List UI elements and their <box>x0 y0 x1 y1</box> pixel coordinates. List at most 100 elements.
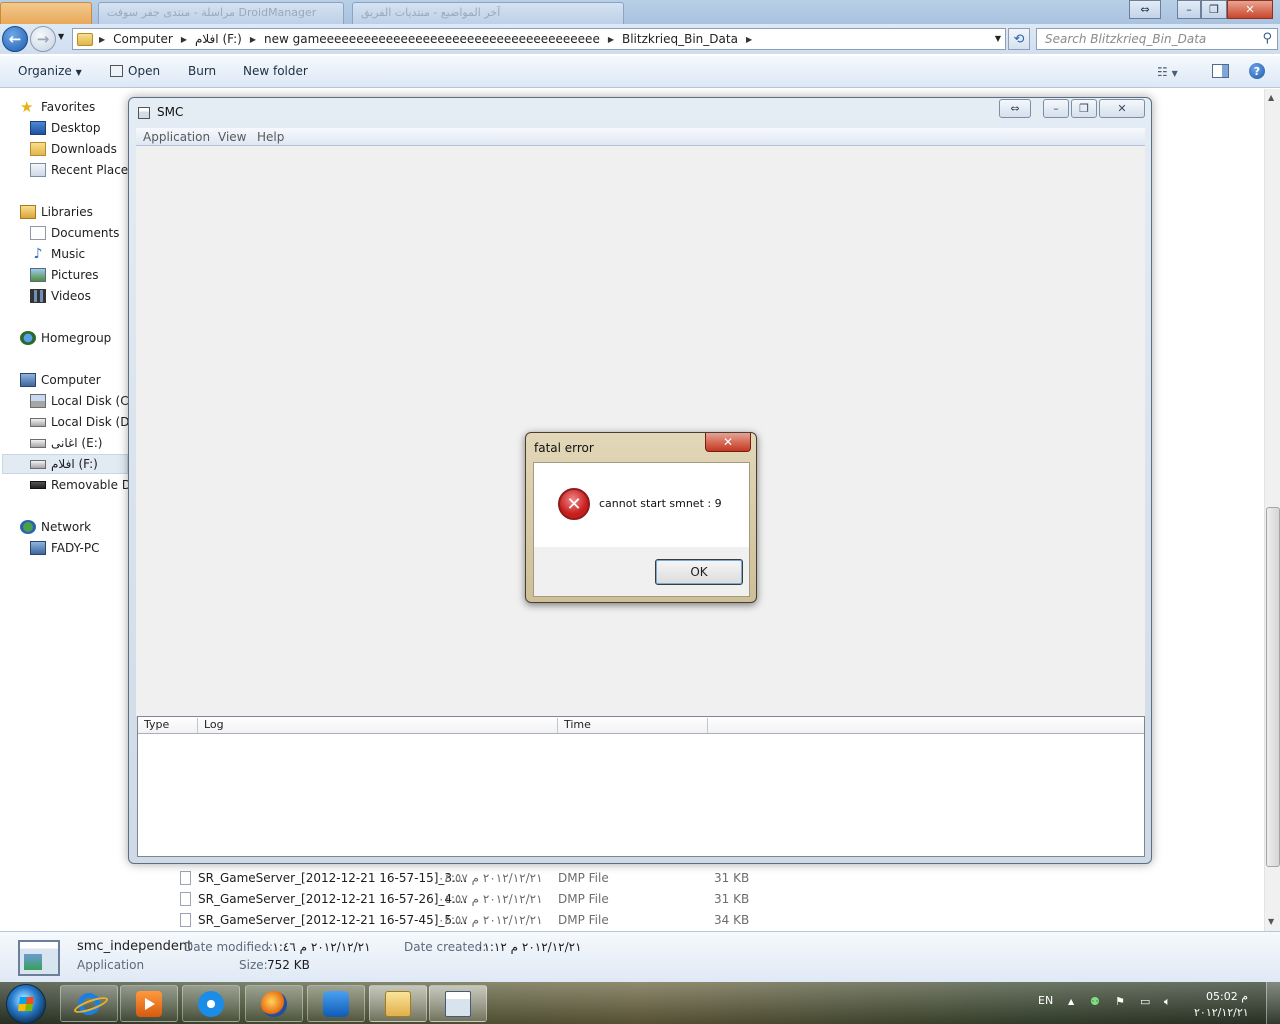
nav-label: Computer <box>41 373 101 387</box>
nav-local-disk-d[interactable]: Local Disk (D:) <box>30 412 138 432</box>
new-folder-button[interactable]: New folder <box>243 64 308 78</box>
breadcrumb-computer[interactable]: Computer <box>107 32 179 46</box>
preview-pane-icon[interactable] <box>1212 64 1229 78</box>
organize-label: Organize <box>18 64 72 78</box>
resize-arrows-icon[interactable]: ⇔ <box>1129 0 1161 19</box>
breadcrumb-separator-icon[interactable]: ▶ <box>248 35 258 44</box>
details-date-created: ٢٠١٢/١٢/٢١ م ٠١:١٢ <box>477 940 582 954</box>
show-desktop-button[interactable] <box>1266 982 1280 1024</box>
nav-documents[interactable]: Documents <box>30 223 119 243</box>
menu-application[interactable]: Application <box>143 130 210 144</box>
close-button[interactable]: ✕ <box>1227 0 1273 19</box>
show-hidden-icons-icon[interactable]: ▲ <box>1068 996 1080 1008</box>
action-center-flag-icon[interactable]: ⚑ <box>1115 996 1127 1008</box>
vertical-scrollbar[interactable]: ▲ ▼ <box>1264 89 1280 931</box>
nav-removable-disk[interactable]: Removable Disk <box>30 475 130 495</box>
nav-drive-f-selected[interactable]: افلام (F:) <box>2 454 128 474</box>
log-column-log[interactable]: Log <box>198 718 558 733</box>
nav-recent-places[interactable]: Recent Places <box>30 160 134 180</box>
scroll-up-icon[interactable]: ▲ <box>1268 93 1274 102</box>
nav-videos[interactable]: Videos <box>30 286 91 306</box>
background-tab[interactable]: مراسلة - منتدى جفر سوفت DroidManager <box>98 2 344 24</box>
nav-label: افلام (F:) <box>51 457 98 471</box>
breadcrumb-separator-icon[interactable]: ▶ <box>606 35 616 44</box>
minimize-button[interactable]: – <box>1043 99 1069 118</box>
nav-libraries[interactable]: Libraries <box>20 202 93 222</box>
file-type: DMP File <box>558 892 609 906</box>
minimize-button[interactable]: – <box>1177 0 1201 19</box>
menu-help[interactable]: Help <box>257 130 284 144</box>
nav-pictures[interactable]: Pictures <box>30 265 99 285</box>
menu-view[interactable]: View <box>218 130 246 144</box>
clock-time[interactable]: 05:02 م <box>1206 990 1248 1003</box>
file-row[interactable]: SR_GameServer_[2012-12-21 16-57-45]_5...… <box>178 909 758 930</box>
background-tab-orange[interactable] <box>0 2 92 24</box>
details-size: 752 KB <box>267 958 310 972</box>
file-row[interactable]: SR_GameServer_[2012-12-21 16-57-26]_4...… <box>178 888 758 909</box>
taskbar-smc[interactable] <box>429 985 487 1022</box>
nav-desktop[interactable]: Desktop <box>30 118 101 138</box>
breadcrumb-drive[interactable]: افلام (F:) <box>189 32 248 46</box>
smc-window-title: SMC <box>157 105 184 119</box>
nav-label: Videos <box>51 289 91 303</box>
nav-homegroup[interactable]: Homegroup <box>20 328 111 348</box>
network-tray-icon[interactable]: ⚉ <box>1090 996 1102 1008</box>
open-button[interactable]: Open <box>110 64 160 78</box>
taskbar-app[interactable] <box>182 985 240 1022</box>
taskbar-firefox[interactable] <box>245 985 303 1022</box>
search-input[interactable]: Search Blitzkrieq_Bin_Data ⚲ <box>1036 28 1278 50</box>
breadcrumb-game-folder[interactable]: new gameeeeeeeeeeeeeeeeeeeeeeeeeeeeeeeee… <box>258 32 606 46</box>
nav-downloads[interactable]: Downloads <box>30 139 117 159</box>
nav-music[interactable]: ♪ Music <box>30 244 86 264</box>
maximize-button[interactable]: ❐ <box>1201 0 1227 19</box>
scroll-down-icon[interactable]: ▼ <box>1268 917 1274 926</box>
address-dropdown-icon[interactable]: ▼ <box>995 34 1001 43</box>
start-button[interactable] <box>6 984 46 1024</box>
recent-pages-dropdown-icon[interactable]: ▼ <box>58 32 64 41</box>
change-view-icon[interactable]: ☷ ▼ <box>1157 65 1178 79</box>
dialog-close-button[interactable]: ✕ <box>705 433 751 452</box>
details-date-modified-label: Date modified: <box>184 940 274 954</box>
breadcrumb-current-folder[interactable]: Blitzkrieq_Bin_Data <box>616 32 744 46</box>
nav-label: Downloads <box>51 142 117 156</box>
file-icon <box>180 871 191 885</box>
log-column-time[interactable]: Time <box>558 718 708 733</box>
file-date: ٢٠١٢/١٢/٢١ م ٠٤:٥٧ <box>438 913 543 927</box>
breadcrumb-separator-icon[interactable]: ▶ <box>179 35 189 44</box>
breadcrumb-separator-icon[interactable]: ▶ <box>744 35 754 44</box>
address-bar[interactable]: ▶ Computer ▶ افلام (F:) ▶ new gameeeeeee… <box>72 28 1006 50</box>
volume-icon[interactable]: 🔈︎ <box>1164 996 1176 1008</box>
nav-drive-e[interactable]: اغانى (E:) <box>30 433 102 453</box>
language-indicator[interactable]: EN <box>1038 994 1053 1007</box>
refresh-icon[interactable]: ⟲ <box>1008 28 1030 50</box>
file-row[interactable]: SR_GameServer_[2012-12-21 16-57-15]_3...… <box>178 867 758 888</box>
maximize-button[interactable]: ❐ <box>1071 99 1097 118</box>
clock-date[interactable]: ٢٠١٢/١٢/٢١ <box>1194 1006 1249 1019</box>
log-list[interactable]: Type Log Time <box>137 716 1145 857</box>
background-tab[interactable]: آخر المواضيع - منتديات الفريق <box>352 2 624 24</box>
taskbar-teamviewer[interactable] <box>307 985 365 1022</box>
nav-favorites[interactable]: ★ Favorites <box>20 97 95 117</box>
display-icon[interactable]: ▭ <box>1140 996 1152 1008</box>
command-bar: Organize ▼ Open Burn New folder ☷ ▼ ? <box>0 56 1280 88</box>
resize-arrows-icon[interactable]: ⇔ <box>999 99 1031 118</box>
help-icon[interactable]: ? <box>1249 63 1265 79</box>
close-button[interactable]: ✕ <box>1099 99 1145 118</box>
nav-network[interactable]: Network <box>20 517 91 537</box>
nav-fady-pc[interactable]: FADY-PC <box>30 538 99 558</box>
log-column-type[interactable]: Type <box>138 718 198 733</box>
forward-arrow-icon[interactable]: → <box>30 26 56 52</box>
breadcrumb-separator-icon[interactable]: ▶ <box>97 35 107 44</box>
burn-button[interactable]: Burn <box>188 64 216 78</box>
details-kind: Application <box>77 958 145 972</box>
taskbar-internet-explorer[interactable] <box>60 985 118 1022</box>
taskbar-media-player[interactable] <box>120 985 178 1022</box>
taskbar-windows-explorer[interactable] <box>369 985 427 1022</box>
search-icon[interactable]: ⚲ <box>1262 31 1272 46</box>
nav-computer[interactable]: Computer <box>20 370 101 390</box>
nav-local-disk-c[interactable]: Local Disk (C:) <box>30 391 137 411</box>
organize-button[interactable]: Organize ▼ <box>18 64 82 78</box>
ok-button[interactable]: OK <box>655 559 743 585</box>
scroll-thumb[interactable] <box>1266 507 1280 867</box>
back-arrow-icon[interactable]: ← <box>2 26 28 52</box>
